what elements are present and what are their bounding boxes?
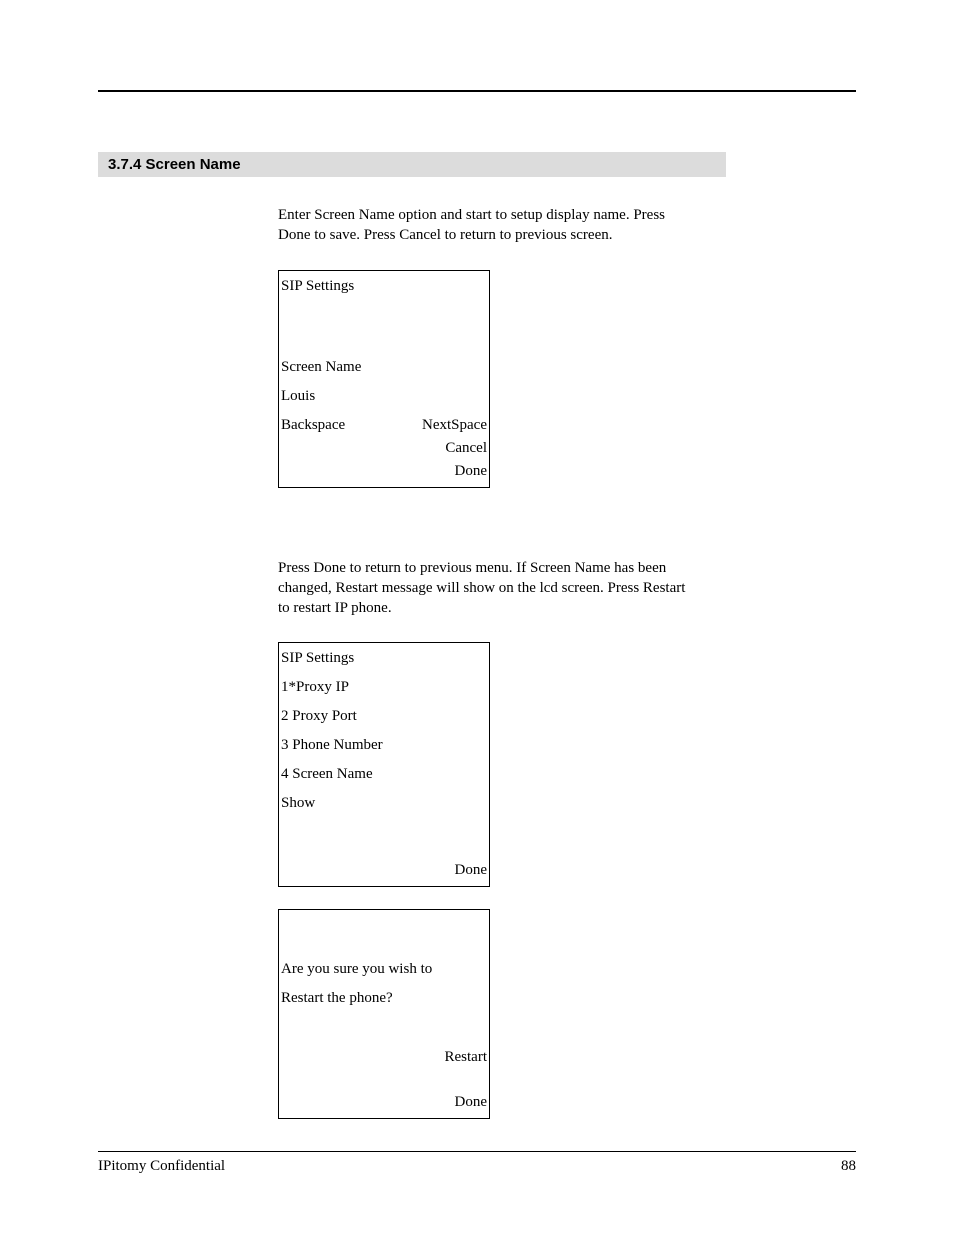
lcd2-item3: 3 Phone Number [279,734,489,757]
page-footer: IPitomy Confidential 88 [98,1151,856,1175]
footer-rule [98,1151,856,1152]
lcd1-nextspace: NextSpace [422,418,487,433]
lcd-screen-name-entry: SIP Settings Screen Name Louis Backspace… [278,270,490,488]
lcd1-backspace: Backspace [281,418,345,433]
paragraph-2: Press Done to return to previous menu. I… [278,558,698,619]
footer-left: IPitomy Confidential [98,1158,225,1175]
lcd-restart-confirm: Are you sure you wish to Restart the pho… [278,909,490,1119]
lcd1-done: Done [279,460,489,483]
lcd3-restart: Restart [279,1046,489,1069]
lcd1-title: SIP Settings [279,275,489,298]
top-rule [98,90,856,92]
lcd2-title: SIP Settings [279,647,489,670]
lcd2-done: Done [279,859,489,882]
lcd2-show: Show [279,792,489,815]
lcd2-item4: 4 Screen Name [279,763,489,786]
lcd2-item1: 1*Proxy IP [279,676,489,699]
lcd1-value: Louis [279,385,489,408]
section-heading: 3.7.4 Screen Name [98,152,726,177]
footer-page-number: 88 [841,1158,856,1175]
lcd3-line2: Restart the phone? [279,987,489,1010]
lcd1-cancel: Cancel [279,437,489,460]
lcd1-label: Screen Name [279,356,489,379]
lcd3-done: Done [279,1091,489,1114]
lcd3-line1: Are you sure you wish to [279,958,489,981]
lcd-sip-settings-list: SIP Settings 1*Proxy IP 2 Proxy Port 3 P… [278,642,490,887]
lcd2-item2: 2 Proxy Port [279,705,489,728]
paragraph-1: Enter Screen Name option and start to se… [278,205,698,246]
